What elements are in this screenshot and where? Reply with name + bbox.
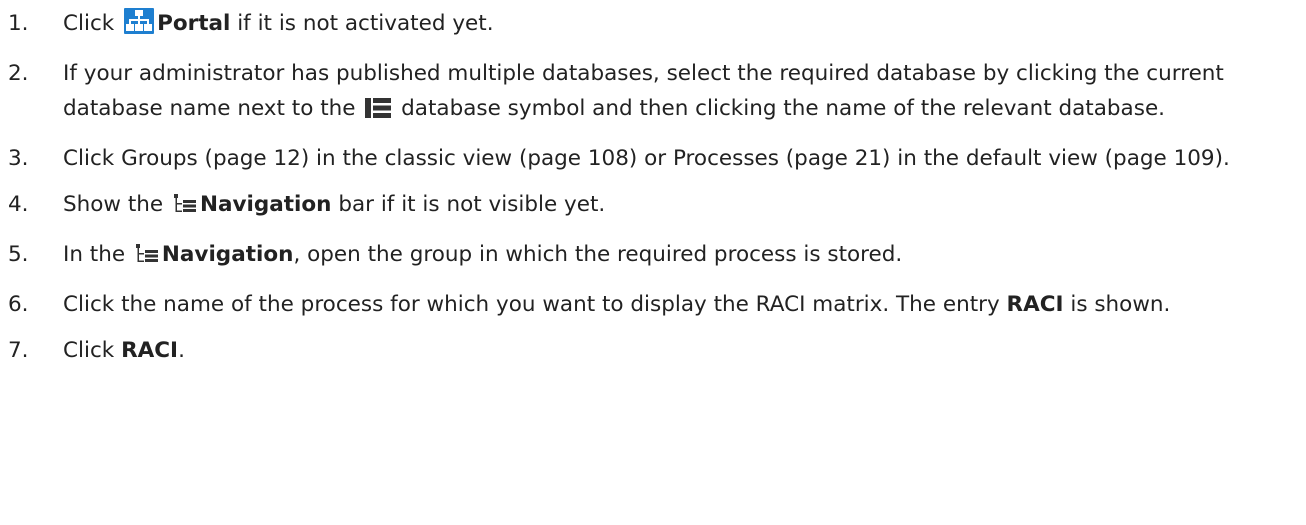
step-text: Click [63, 338, 122, 363]
step-number: 7. [8, 338, 29, 363]
step-text: if it is not activated yet. [230, 11, 494, 36]
step-text: bar if it is not visible yet. [331, 192, 606, 217]
instruction-list: 1. Click Portal if it is not activated y… [0, 0, 1306, 368]
step-number: 1. [8, 11, 29, 36]
step-number: 3. [8, 146, 29, 171]
step-5: 5. In the Navigation, open the group in … [0, 237, 1306, 276]
navigation-label: Navigation [161, 242, 294, 267]
step-text: Click Groups (page 12) in the classic vi… [63, 146, 1230, 171]
step-number: 2. [8, 61, 29, 86]
step-text: In the [63, 242, 132, 267]
step-2: 2. If your administrator has published m… [0, 56, 1306, 130]
step-number: 5. [8, 242, 29, 267]
step-number: 6. [8, 292, 29, 317]
step-text: Click the name of the process for which … [63, 292, 1007, 317]
step-6: 6. Click the name of the process for whi… [0, 287, 1306, 322]
step-text: Show the [63, 192, 170, 217]
step-text: . [178, 338, 185, 363]
navigation-label: Navigation [199, 192, 332, 217]
step-4: 4. Show the Navigation bar if it is not … [0, 187, 1306, 226]
database-icon [365, 95, 392, 130]
step-text: database symbol and then clicking the na… [394, 96, 1166, 121]
step-text: is shown. [1063, 292, 1171, 317]
step-3: 3. Click Groups (page 12) in the classic… [0, 141, 1306, 176]
step-text: , open the group in which the required p… [293, 242, 903, 267]
step-text: Click [63, 11, 122, 36]
step-number: 4. [8, 192, 29, 217]
step-1: 1. Click Portal if it is not activated y… [0, 6, 1306, 45]
step-7: 7. Click RACI. [0, 333, 1306, 368]
navigation-icon [173, 191, 197, 226]
navigation-icon [135, 241, 159, 276]
raci-label: RACI [1006, 292, 1064, 317]
portal-label: Portal [157, 11, 231, 36]
raci-label: RACI [121, 338, 179, 363]
portal-icon [124, 8, 155, 45]
